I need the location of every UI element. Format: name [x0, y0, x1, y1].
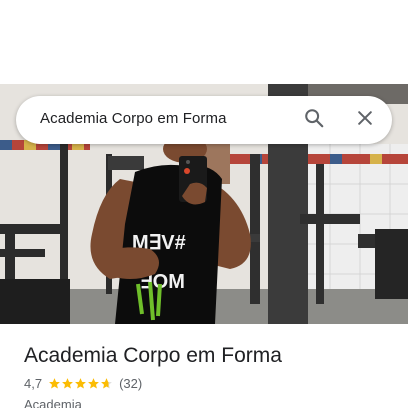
search-bar[interactable]: Academia Corpo em Forma — [16, 96, 392, 144]
close-icon — [355, 108, 375, 133]
clear-search-button[interactable] — [349, 104, 381, 136]
place-info-panel[interactable]: Academia Corpo em Forma 4,7 (32) Academi… — [0, 324, 408, 408]
search-icon — [303, 107, 325, 134]
rating-row[interactable]: 4,7 (32) — [24, 376, 142, 391]
place-name: Academia Corpo em Forma — [24, 344, 282, 367]
star-icon — [49, 378, 60, 389]
star-icon — [62, 378, 73, 389]
top-blank-area — [0, 0, 408, 84]
star-icon — [88, 378, 99, 389]
search-input[interactable]: Academia Corpo em Forma — [40, 110, 227, 127]
search-button[interactable] — [298, 104, 330, 136]
review-count[interactable]: (32) — [119, 376, 142, 391]
star-half-icon — [101, 378, 112, 389]
rating-value: 4,7 — [24, 376, 43, 391]
place-category: Academia — [24, 397, 82, 408]
rating-stars — [48, 377, 113, 390]
star-icon — [75, 378, 86, 389]
